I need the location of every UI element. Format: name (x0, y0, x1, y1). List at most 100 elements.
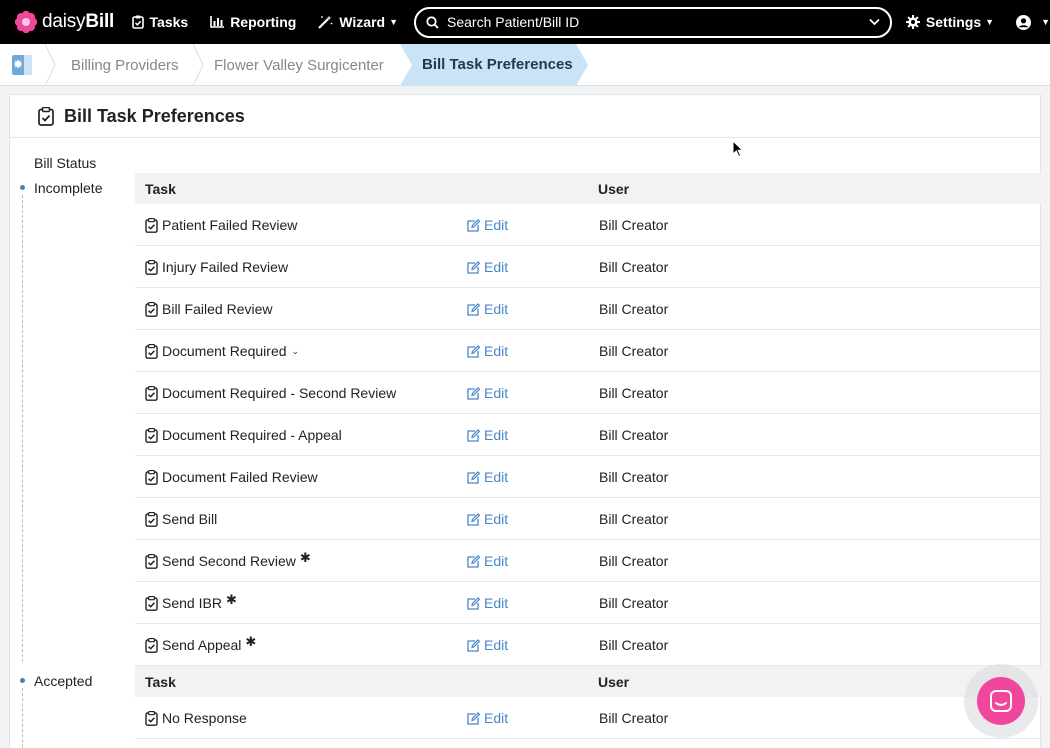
edit-label: Edit (484, 217, 509, 233)
task-name: Document Required (162, 343, 287, 359)
bill-task-preferences-panel: Bill Task Preferences Bill Status Incomp… (9, 94, 1042, 748)
breadcrumb-home[interactable] (0, 44, 44, 86)
edit-link[interactable]: Edit (466, 259, 508, 275)
edit-link[interactable]: Edit (466, 637, 508, 653)
edit-label: Edit (484, 710, 509, 726)
chevron-down-icon: ▼ (1041, 17, 1050, 27)
breadcrumb-flower-valley-surgicenter[interactable]: Flower Valley Surgicenter (214, 44, 384, 86)
task-cell: Document Required - Second Review (145, 385, 396, 401)
table-row: Bill Failed Review Edit Bill Creator (135, 288, 1042, 330)
edit-label: Edit (484, 301, 509, 317)
chat-button[interactable] (977, 677, 1025, 725)
nav-account-menu[interactable]: ▼ (1016, 0, 1050, 44)
clipboard-check-icon (38, 106, 54, 126)
clipboard-check-icon (145, 469, 158, 485)
search-patient-bill-input[interactable]: Search Patient/Bill ID (414, 6, 892, 38)
edit-link[interactable]: Edit (466, 385, 508, 401)
task-table: Task User No Response Edit Bill Creator (135, 666, 1042, 739)
edit-link[interactable]: Edit (466, 343, 508, 359)
assigned-user: Bill Creator (599, 469, 669, 485)
table-row: Injury Failed Review Edit Bill Creator (135, 246, 1042, 288)
table-row: Document Required - Second Review Edit Bil… (135, 372, 1042, 414)
breadcrumb-billing-providers[interactable]: Billing Providers (71, 44, 179, 86)
nav-wizard-label: Wizard (339, 14, 386, 30)
nav-tasks[interactable]: Tasks (131, 0, 189, 44)
assigned-user: Bill Creator (599, 385, 669, 401)
column-header-task: Task (145, 181, 176, 197)
task-name: Injury Failed Review (162, 259, 289, 275)
breadcrumb-bill-task-preferences[interactable]: Bill Task Preferences (400, 44, 590, 86)
clipboard-check-icon (145, 385, 158, 401)
assigned-user: Bill Creator (599, 427, 669, 443)
status-timeline-dot (20, 185, 25, 190)
edit-label: Edit (484, 427, 509, 443)
clipboard-check-icon (145, 259, 158, 275)
edit-label: Edit (484, 259, 509, 275)
task-cell: Patient Failed Review (145, 217, 297, 233)
task-cell: Send Bill (145, 511, 217, 527)
task-name: Document Failed Review (162, 469, 318, 485)
table-row: Document Failed Review Edit Bill Creator (135, 456, 1042, 498)
edit-pencil-icon (467, 344, 480, 358)
edit-link[interactable]: Edit (466, 217, 508, 233)
column-header-user: User (598, 181, 630, 197)
edit-link[interactable]: Edit (466, 595, 508, 611)
edit-pencil-icon (467, 512, 480, 526)
edit-link[interactable]: Edit (466, 553, 508, 569)
nav-wizard[interactable]: Wizard ▼ (318, 0, 398, 44)
chat-message-icon (990, 690, 1012, 712)
task-cell: Send Appeal ✱ (145, 634, 256, 653)
edit-link[interactable]: Edit (466, 427, 508, 443)
edit-link[interactable]: Edit (466, 511, 508, 527)
edit-pencil-icon (467, 218, 480, 232)
status-timeline-dot (20, 678, 25, 683)
table-row: Document Required - Appeal Edit Bill Creat… (135, 414, 1042, 456)
gear-icon (905, 15, 920, 29)
clipboard-check-icon (145, 343, 158, 359)
table-row: Send Appeal ✱ Edit Bill Creator (135, 624, 1042, 666)
edit-link[interactable]: Edit (466, 710, 508, 726)
clipboard-check-icon (145, 217, 158, 233)
assigned-user: Bill Creator (599, 217, 669, 233)
edit-label: Edit (484, 469, 509, 485)
edit-pencil-icon (467, 386, 480, 400)
daisybill-logo[interactable]: daisyBill (14, 10, 122, 34)
bar-chart-icon (210, 16, 225, 28)
edit-pencil-icon (467, 711, 480, 725)
bill-status-label: Bill Status (34, 155, 97, 171)
task-cell: Bill Failed Review (145, 301, 272, 317)
clipboard-check-icon (145, 710, 158, 726)
task-cell: Document Required ⌄ (145, 343, 299, 359)
nav-tasks-label: Tasks (149, 14, 189, 30)
assigned-user: Bill Creator (599, 511, 669, 527)
edit-label: Edit (484, 385, 509, 401)
clipboard-check-icon (145, 427, 158, 443)
chat-launcher[interactable] (964, 664, 1038, 738)
task-cell: Send Second Review ✱ (145, 550, 311, 569)
user-avatar-icon (1016, 14, 1032, 30)
hospital-building-icon (12, 55, 32, 75)
search-icon (426, 15, 439, 29)
chevron-down-icon[interactable]: ⌄ (292, 346, 300, 357)
edit-link[interactable]: Edit (466, 301, 508, 317)
edit-label: Edit (484, 595, 509, 611)
chevron-down-icon[interactable] (869, 18, 880, 26)
edit-pencil-icon (467, 470, 480, 484)
nav-settings[interactable]: Settings ▼ (905, 0, 994, 44)
clipboard-check-icon (145, 595, 158, 611)
breadcrumb-separator (192, 44, 204, 86)
nav-reporting[interactable]: Reporting (210, 0, 296, 44)
edit-label: Edit (484, 637, 509, 653)
column-header-task: Task (145, 674, 176, 690)
search-placeholder: Search Patient/Bill ID (447, 14, 580, 30)
edit-pencil-icon (467, 596, 480, 610)
edit-link[interactable]: Edit (466, 469, 508, 485)
task-cell: Document Failed Review (145, 469, 318, 485)
task-name: Patient Failed Review (162, 217, 298, 233)
assigned-user: Bill Creator (599, 259, 669, 275)
edit-label: Edit (484, 511, 509, 527)
task-name: Bill Failed Review (162, 301, 273, 317)
daisy-flower-icon (14, 10, 38, 34)
status-timeline-line (22, 195, 23, 662)
assigned-user: Bill Creator (599, 710, 669, 726)
